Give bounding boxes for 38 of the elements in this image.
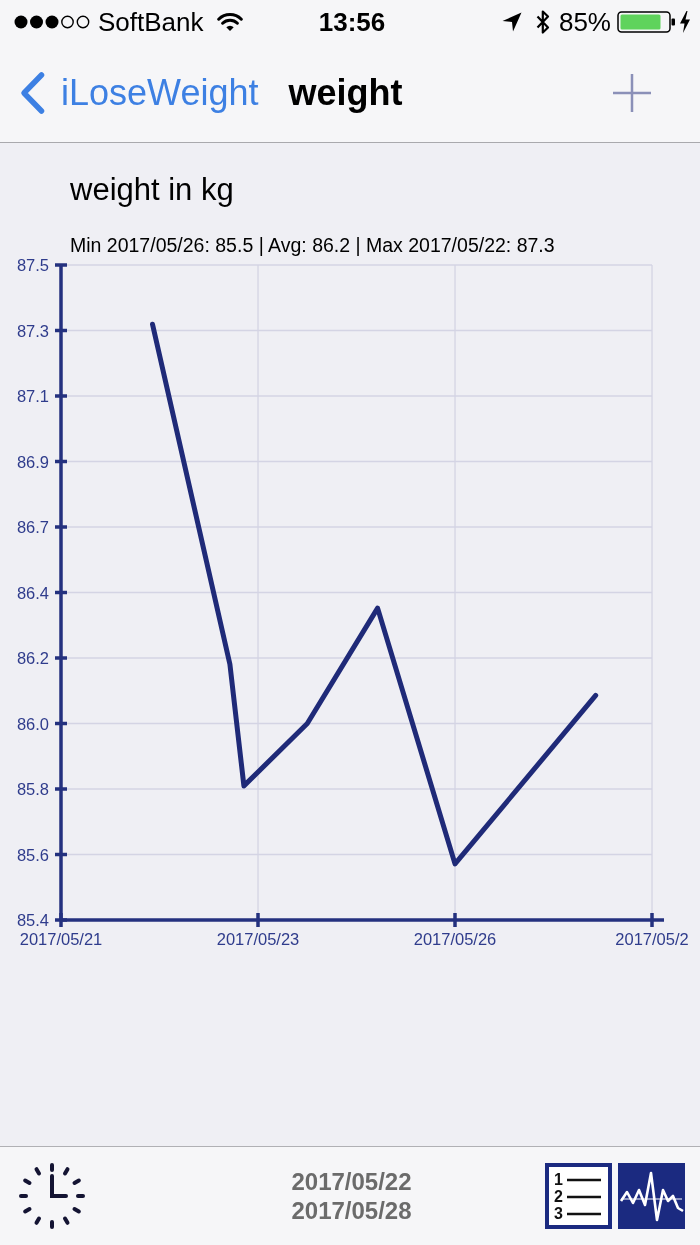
chart-title: weight in kg [69,172,235,208]
end-date: 2017/05/28 [291,1196,412,1225]
x-tick-label: 2017/05/21 [19,930,103,948]
chevron-left-icon [18,71,46,115]
x-tick-label: 2017/05/2 [615,930,689,948]
x-tick-label: 2017/05/23 [216,930,300,948]
list-view-button[interactable]: 1 2 3 [545,1163,612,1229]
y-tick-label: 86.2 [16,649,49,667]
bluetooth-icon [534,9,551,35]
location-arrow-icon [501,12,522,32]
y-tick-label: 85.8 [16,780,49,798]
start-date: 2017/05/22 [291,1167,412,1196]
y-tick-label: 87.5 [16,257,49,274]
back-button[interactable]: iLoseWeight [18,71,259,115]
status-time: 13:56 [318,9,386,35]
history-button[interactable] [18,1162,86,1230]
plus-icon [612,73,652,113]
x-tick-label: 2017/05/26 [413,930,497,948]
y-tick-label: 86.0 [16,714,49,733]
y-tick-label: 86.4 [16,583,49,602]
chart-summary: Min 2017/05/26: 85.5 | Avg: 86.2 | Max 2017/05/22: 87.3 [69,233,556,257]
y-tick-label: 87.3 [16,321,49,340]
add-button[interactable] [612,73,652,113]
page-title: weight [288,71,403,115]
battery-percent: 85% [558,9,611,35]
y-tick-label: 85.4 [16,911,49,929]
y-tick-label: 85.6 [16,845,49,864]
carrier-name: SoftBank [98,9,204,35]
y-tick-label: 86.7 [16,518,49,536]
chart-view-button[interactable] [618,1163,685,1229]
charging-bolt-icon [680,11,690,33]
wifi-icon [216,12,243,32]
battery-icon [617,10,677,34]
signal-dots-icon [14,15,90,29]
clock-icon [18,1162,86,1230]
y-tick-label: 87.1 [16,387,49,405]
y-tick-label: 86.9 [16,452,49,471]
waveform-chart-icon [618,1163,685,1229]
